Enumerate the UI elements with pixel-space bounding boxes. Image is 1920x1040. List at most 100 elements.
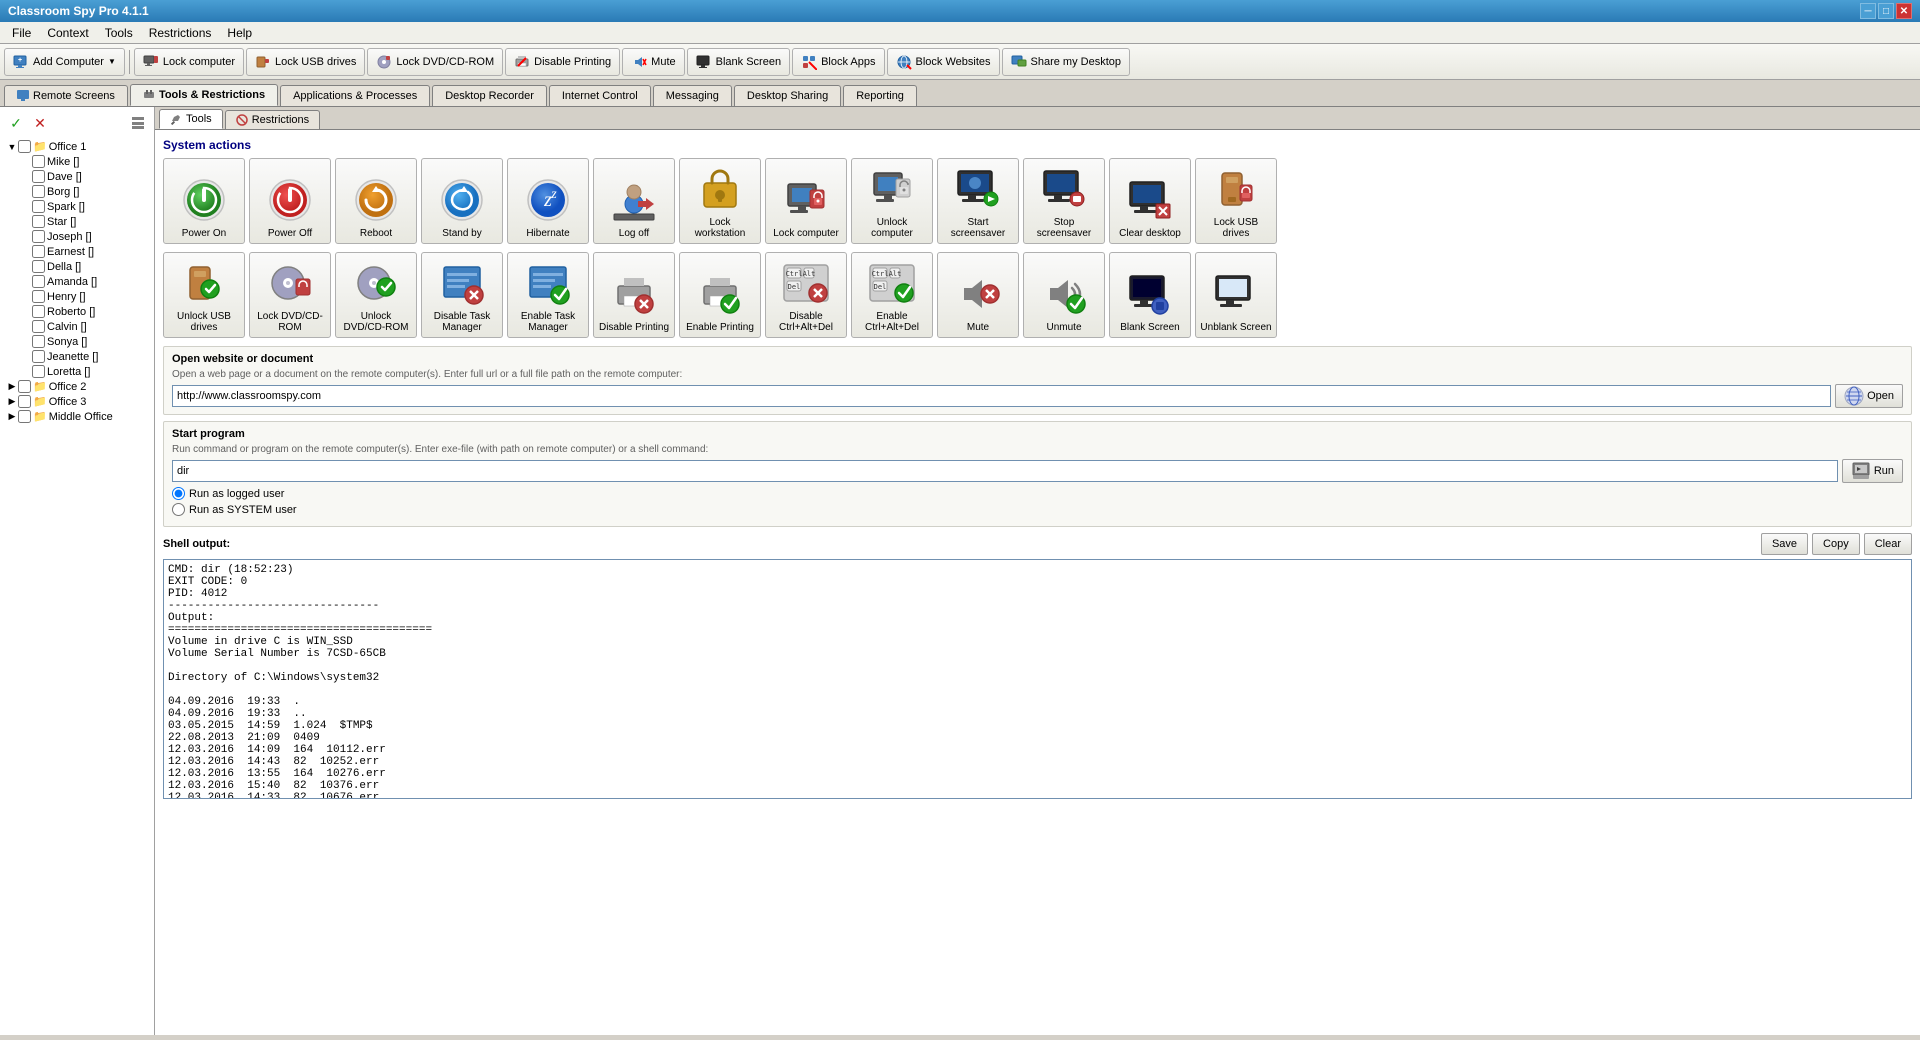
office3-checkbox[interactable] — [18, 395, 31, 408]
menu-tools[interactable]: Tools — [97, 24, 141, 42]
standby-btn[interactable]: Stand by — [421, 158, 503, 244]
menu-restrictions[interactable]: Restrictions — [141, 24, 220, 42]
lock-workstation-btn[interactable]: Lock workstation — [679, 158, 761, 244]
sidebar-item-spark[interactable]: Spark [] — [4, 199, 150, 214]
disable-print-btn[interactable]: Disable Printing — [593, 252, 675, 338]
unlock-dvd-btn[interactable]: Unlock DVD/CD-ROM — [335, 252, 417, 338]
lock-computer-icon2 — [782, 176, 830, 224]
shell-output-text[interactable] — [163, 559, 1912, 799]
office1-expander[interactable]: ▼ — [6, 141, 18, 153]
sidebar-item-amanda[interactable]: Amanda [] — [4, 274, 150, 289]
tab-restrictions[interactable]: Restrictions — [225, 110, 320, 129]
lock-workstation-icon — [696, 165, 744, 213]
sidebar-item-dave[interactable]: Dave [] — [4, 169, 150, 184]
sidebar-item-star[interactable]: Star [] — [4, 214, 150, 229]
unlock-dvd-icon — [352, 259, 400, 307]
sidebar-check-button[interactable]: ✓ — [6, 113, 26, 133]
tab-tools-restrictions[interactable]: Tools & Restrictions — [130, 84, 278, 106]
tab-internet-control[interactable]: Internet Control — [549, 85, 651, 106]
power-off-btn[interactable]: Power Off — [249, 158, 331, 244]
run-button[interactable]: Run — [1842, 459, 1903, 483]
hibernate-btn[interactable]: z z Hibernate — [507, 158, 589, 244]
enable-task-btn[interactable]: Enable Task Manager — [507, 252, 589, 338]
sidebar-item-della[interactable]: Della [] — [4, 259, 150, 274]
reboot-btn[interactable]: Reboot — [335, 158, 417, 244]
sidebar-item-joseph[interactable]: Joseph [] — [4, 229, 150, 244]
sidebar-item-earnest[interactable]: Earnest [] — [4, 244, 150, 259]
group-office3[interactable]: ▶ 📁 Office 3 — [4, 394, 150, 409]
enable-cad-btn[interactable]: Ctrl Alt Del Enable Ctrl+Alt+Del — [851, 252, 933, 338]
lock-computer-btn2[interactable]: Lock computer — [765, 158, 847, 244]
unlock-computer-btn[interactable]: Unlock computer — [851, 158, 933, 244]
copy-button[interactable]: Copy — [1812, 533, 1860, 555]
blank-screen-button[interactable]: Blank Screen — [687, 48, 790, 76]
enable-print-btn[interactable]: Enable Printing — [679, 252, 761, 338]
tab-remote-screens[interactable]: Remote Screens — [4, 85, 128, 106]
clear-desktop-btn[interactable]: Clear desktop — [1109, 158, 1191, 244]
block-websites-button[interactable]: Block Websites — [887, 48, 1000, 76]
tab-desktop-sharing[interactable]: Desktop Sharing — [734, 85, 841, 106]
blank-screen-btn2[interactable]: Blank Screen — [1109, 252, 1191, 338]
url-input[interactable] — [172, 385, 1831, 407]
maximize-button[interactable]: □ — [1878, 3, 1894, 19]
logoff-btn[interactable]: Log off — [593, 158, 675, 244]
add-computer-button[interactable]: + Add Computer ▼ — [4, 48, 125, 76]
disable-task-btn[interactable]: Disable Task Manager — [421, 252, 503, 338]
menu-help[interactable]: Help — [219, 24, 260, 42]
sidebar-item-sonya[interactable]: Sonya [] — [4, 334, 150, 349]
group-office1[interactable]: ▼ 📁 Office 1 — [4, 139, 150, 154]
tab-tools[interactable]: Tools — [159, 109, 223, 129]
sidebar-config-button[interactable] — [128, 113, 148, 133]
office2-expander[interactable]: ▶ — [6, 381, 18, 393]
tab-messaging[interactable]: Messaging — [653, 85, 732, 106]
office3-expander[interactable]: ▶ — [6, 396, 18, 408]
office1-folder-icon: 📁 — [33, 140, 47, 153]
unblank-screen-btn[interactable]: Unblank Screen — [1195, 252, 1277, 338]
share-desktop-button[interactable]: Share my Desktop — [1002, 48, 1130, 76]
config-icon — [130, 115, 146, 131]
run-as-system-user[interactable]: Run as SYSTEM user — [172, 503, 1903, 516]
office1-checkbox[interactable] — [18, 140, 31, 153]
middle-office-expander[interactable]: ▶ — [6, 411, 18, 423]
power-on-btn[interactable]: Power On — [163, 158, 245, 244]
disable-printing-button[interactable]: Disable Printing — [505, 48, 620, 76]
sidebar-item-calvin[interactable]: Calvin [] — [4, 319, 150, 334]
run-as-logged-user[interactable]: Run as logged user — [172, 487, 1903, 500]
tab-applications[interactable]: Applications & Processes — [280, 85, 430, 106]
group-office2[interactable]: ▶ 📁 Office 2 — [4, 379, 150, 394]
block-apps-button[interactable]: Block Apps — [792, 48, 884, 76]
open-button[interactable]: Open — [1835, 384, 1903, 408]
lock-usb-btn2[interactable]: Lock USB drives — [1195, 158, 1277, 244]
sidebar-item-roberto[interactable]: Roberto [] — [4, 304, 150, 319]
unmute-btn[interactable]: Unmute — [1023, 252, 1105, 338]
menu-file[interactable]: File — [4, 24, 39, 42]
lock-usb-button[interactable]: Lock USB drives — [246, 48, 365, 76]
unlock-usb-btn[interactable]: Unlock USB drives — [163, 252, 245, 338]
tab-reporting[interactable]: Reporting — [843, 85, 917, 106]
lock-computer-button[interactable]: Lock computer — [134, 48, 244, 76]
minimize-button[interactable]: ─ — [1860, 3, 1876, 19]
sidebar-item-borg[interactable]: Borg [] — [4, 184, 150, 199]
sidebar-item-henry[interactable]: Henry [] — [4, 289, 150, 304]
sidebar-item-mike[interactable]: Mike [] — [4, 154, 150, 169]
tab-desktop-recorder[interactable]: Desktop Recorder — [432, 85, 547, 106]
save-button[interactable]: Save — [1761, 533, 1808, 555]
stop-screensaver-btn[interactable]: Stop screensaver — [1023, 158, 1105, 244]
office2-checkbox[interactable] — [18, 380, 31, 393]
lock-dvd-btn2[interactable]: Lock DVD/CD-ROM — [249, 252, 331, 338]
middle-office-checkbox[interactable] — [18, 410, 31, 423]
add-computer-arrow[interactable]: ▼ — [108, 57, 116, 66]
sidebar-close-button[interactable]: ✕ — [30, 113, 50, 133]
start-screensaver-btn[interactable]: Start screensaver — [937, 158, 1019, 244]
sidebar-item-jeanette[interactable]: Jeanette [] — [4, 349, 150, 364]
mute-button[interactable]: Mute — [622, 48, 684, 76]
disable-cad-btn[interactable]: Ctrl Alt Del Disable Ctrl+Alt+Del — [765, 252, 847, 338]
command-input[interactable] — [172, 460, 1838, 482]
lock-dvd-button[interactable]: Lock DVD/CD-ROM — [367, 48, 503, 76]
menu-context[interactable]: Context — [39, 24, 96, 42]
clear-button[interactable]: Clear — [1864, 533, 1912, 555]
close-button[interactable]: ✕ — [1896, 3, 1912, 19]
mute-btn2[interactable]: Mute — [937, 252, 1019, 338]
group-middle-office[interactable]: ▶ 📁 Middle Office — [4, 409, 150, 424]
sidebar-item-loretta[interactable]: Loretta [] — [4, 364, 150, 379]
